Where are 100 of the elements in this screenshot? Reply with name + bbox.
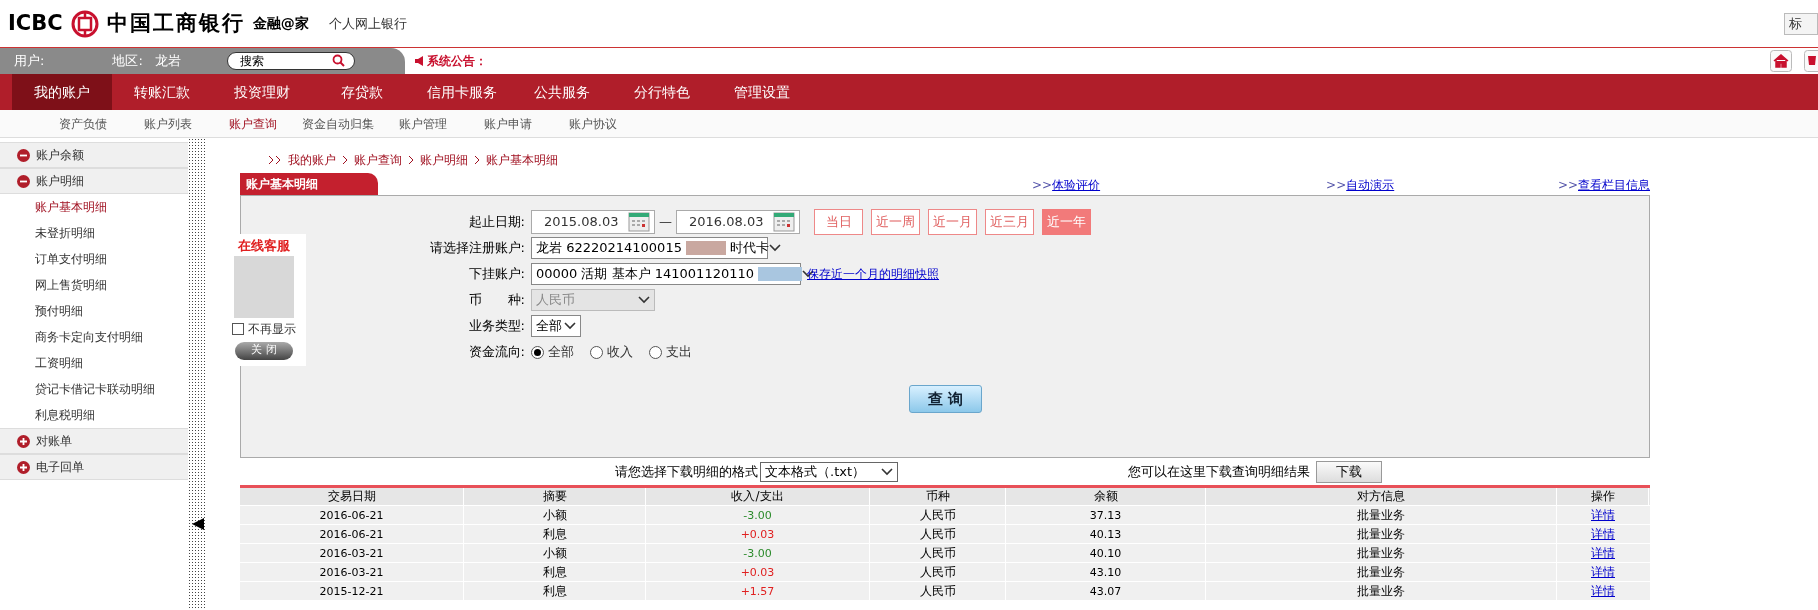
subnav-tab[interactable]: 账户管理	[380, 114, 465, 133]
caret-icon	[638, 296, 650, 304]
search-field[interactable]: 搜索	[226, 52, 355, 71]
user-label: 用户:	[14, 52, 45, 71]
field-label: 资金流向:	[468, 343, 525, 362]
logo-text: ICBC	[8, 9, 63, 37]
sidebar-item[interactable]: 工资明细	[0, 350, 188, 376]
subnav-tab[interactable]: 账户列表	[125, 114, 210, 133]
nav-tab[interactable]: 管理设置	[712, 74, 812, 110]
plus-icon	[17, 460, 30, 474]
field-label: 下挂账户:	[468, 265, 525, 284]
subnav-tab[interactable]: 账户查询	[210, 114, 295, 133]
field-label: 请选择注册账户:	[429, 239, 525, 258]
nav-tab[interactable]: 分行特色	[612, 74, 712, 110]
quick-range-button[interactable]: 当日	[814, 209, 863, 235]
subnav-tab[interactable]: 账户申请	[465, 114, 550, 133]
quick-range-button[interactable]: 近一周	[871, 209, 920, 235]
close-button[interactable]: 关 闭	[235, 341, 293, 360]
dropdown-value: 全部	[536, 317, 562, 336]
dropdown-value: 00000 活期 基本户 141001120110	[536, 265, 754, 284]
nav-tab[interactable]: 转账汇款	[112, 74, 212, 110]
quick-range-button[interactable]: 近一月	[928, 209, 977, 235]
details-link[interactable]: 详情	[1591, 584, 1615, 598]
sidebar-item[interactable]: 网上售货明细	[0, 272, 188, 298]
sidebar-item[interactable]: 预付明细	[0, 298, 188, 324]
details-link[interactable]: 详情	[1591, 546, 1615, 560]
chevron-icon	[408, 155, 414, 165]
dropdown-field[interactable]: 全部	[531, 315, 581, 337]
caret-icon	[881, 467, 893, 476]
format-label: 请您选择下载明细的格式	[615, 462, 758, 481]
download-button[interactable]: 下载	[1316, 460, 1382, 483]
sidebar-item[interactable]: 订单支付明细	[0, 246, 188, 272]
subnav-tab[interactable]: 资产负债	[40, 114, 125, 133]
sidebar-group[interactable]: 电子回单	[0, 454, 188, 480]
calendar-icon[interactable]	[773, 212, 795, 232]
download-hint: 您可以在这里下载查询明细结果	[1128, 462, 1310, 481]
radio-option[interactable]: 全部	[531, 342, 574, 362]
format-dropdown[interactable]: 文本格式（.txt）	[760, 461, 898, 482]
breadcrumb-link[interactable]: 账户查询	[354, 151, 402, 169]
collapse-arrow-icon[interactable]	[192, 518, 204, 530]
quick-range-button[interactable]: 近三月	[985, 209, 1034, 235]
popup-title: 在线客服	[238, 237, 290, 255]
radio-option[interactable]: 收入	[590, 342, 633, 362]
subnav-tab[interactable]: 账户协议	[550, 114, 635, 133]
details-link[interactable]: 详情	[1591, 565, 1615, 579]
caret-icon	[564, 322, 576, 330]
plus-icon	[17, 434, 30, 448]
panel-title: 账户基本明细	[240, 173, 378, 195]
site-subtitle: 个人网上银行	[328, 14, 407, 33]
field-label: 起止日期:	[468, 213, 525, 232]
nav-tab[interactable]: 存贷款	[312, 74, 412, 110]
breadcrumb-link[interactable]: 我的账户	[288, 151, 336, 169]
bank-name: 中国工商银行	[106, 9, 245, 37]
nav-tab[interactable]: 投资理财	[212, 74, 312, 110]
speaker-icon	[415, 56, 423, 66]
notice-label: 系统公告：	[427, 53, 487, 70]
minus-icon	[17, 174, 30, 188]
breadcrumb-link[interactable]: 账户基本明细	[486, 151, 558, 169]
minus-icon	[17, 148, 30, 162]
table-cell: 人民币	[870, 582, 1006, 601]
nav-tab[interactable]: 我的账户	[12, 74, 112, 110]
sidebar-item[interactable]: 未登折明细	[0, 220, 188, 246]
nav-tab[interactable]: 公共服务	[512, 74, 612, 110]
panel-link[interactable]: >>查看栏目信息	[1557, 176, 1650, 194]
sidebar-item[interactable]: 利息税明细	[0, 402, 188, 428]
sidebar-item[interactable]: 贷记卡借记卡联动明细	[0, 376, 188, 402]
dropdown-value: 时代卡	[729, 239, 769, 258]
chevron-icon	[342, 155, 348, 165]
sidebar-group[interactable]: 账户余额	[0, 142, 188, 168]
query-button[interactable]: 查 询	[909, 385, 982, 413]
panel-link[interactable]: >>体验评价	[1032, 176, 1101, 194]
dropdown-value: 龙岩 62220214100015	[536, 239, 682, 258]
panel-link[interactable]: >>自动演示	[1326, 176, 1395, 194]
home-icon[interactable]	[1770, 50, 1792, 72]
nav-tab[interactable]: 信用卡服务	[412, 74, 512, 110]
version-button[interactable]: 标	[1784, 12, 1818, 35]
sidebar-item[interactable]: 账户基本明细	[0, 194, 188, 220]
details-link[interactable]: 详情	[1591, 508, 1615, 522]
search-icon[interactable]	[331, 53, 345, 67]
details-link[interactable]: 详情	[1591, 527, 1615, 541]
table-cell: 2015-12-21	[240, 582, 464, 601]
dont-show-checkbox[interactable]: 不再显示	[232, 319, 296, 338]
region-label: 地区:	[112, 52, 143, 71]
sidebar-item[interactable]: 商务卡定向支付明细	[0, 324, 188, 350]
subnav-tab[interactable]: 资金自动归集	[295, 114, 380, 133]
photo-placeholder	[234, 255, 294, 318]
chevron-icon	[268, 155, 282, 165]
chevron-icon	[474, 155, 480, 165]
sidebar-group[interactable]: 对账单	[0, 428, 188, 454]
redaction-block	[758, 267, 802, 281]
start-date-field[interactable]: 2015.08.03	[531, 210, 655, 234]
calendar-icon[interactable]	[628, 212, 650, 232]
breadcrumb-link[interactable]: 账户明细	[420, 151, 468, 169]
field-label: 币 种:	[468, 291, 525, 310]
end-date-field[interactable]: 2016.08.03	[676, 210, 800, 234]
radio-option[interactable]: 支出	[649, 342, 692, 362]
sidebar-group[interactable]: 账户明细	[0, 168, 188, 194]
snapshot-link[interactable]: 保存近一个月的明细快照	[807, 265, 939, 283]
date-separator: —	[659, 213, 672, 232]
table-cell: 批量业务	[1206, 582, 1557, 601]
